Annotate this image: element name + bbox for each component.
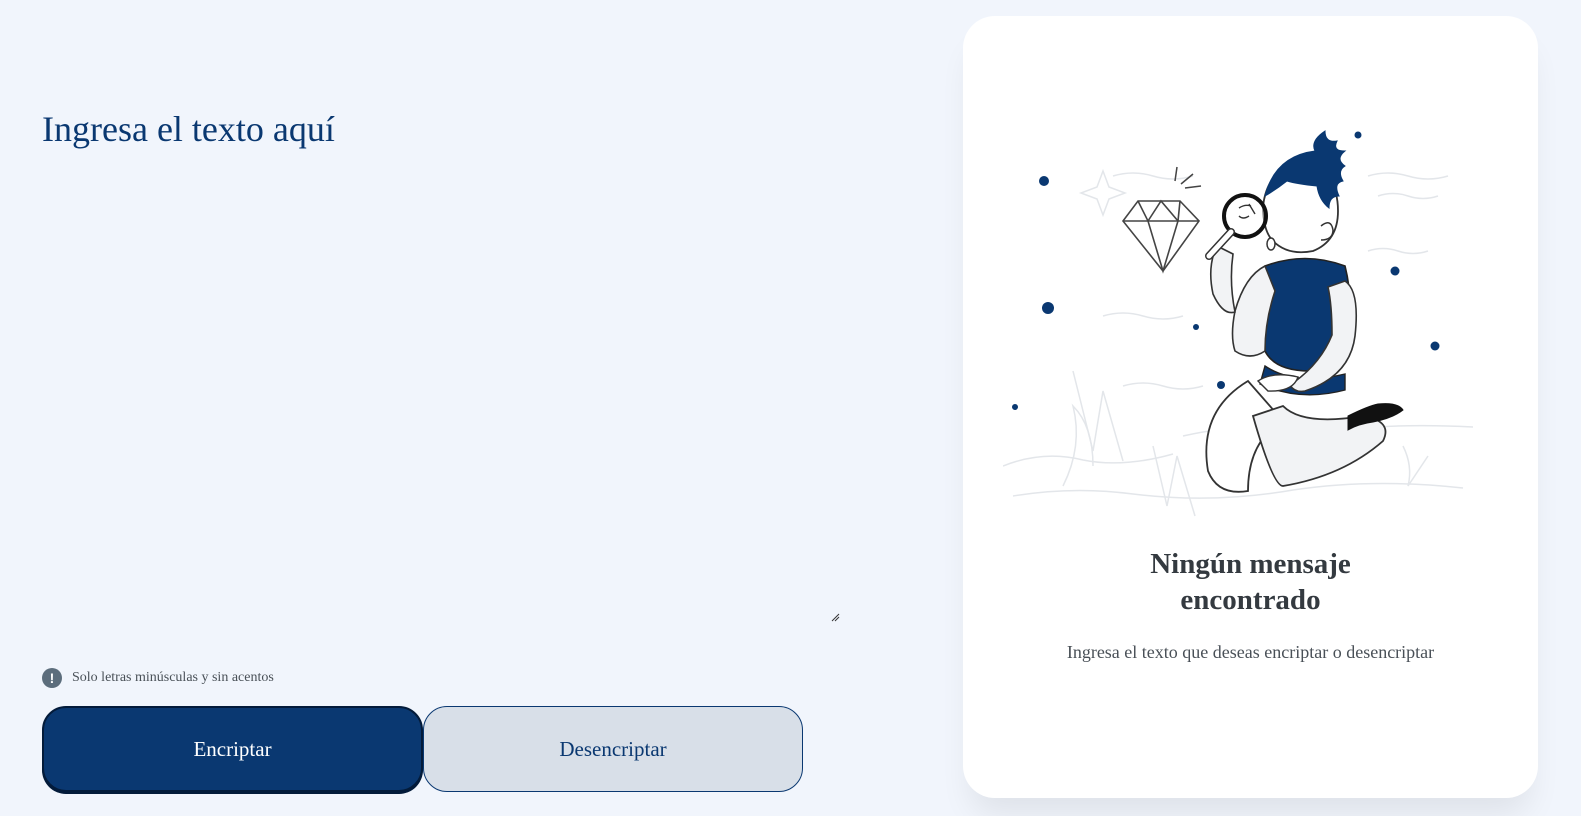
resize-grip-icon[interactable] <box>830 612 840 622</box>
text-input[interactable] <box>42 108 842 624</box>
no-message-subtitle: Ingresa el texto que deseas encriptar o … <box>1066 642 1435 662</box>
no-message-title: Ningún mensaje encontrado <box>963 546 1538 618</box>
output-card: Ningún mensaje encontrado Ingresa el tex… <box>963 16 1538 798</box>
no-message-title-line2: encontrado <box>1180 584 1321 616</box>
decrypt-button[interactable]: Desencriptar <box>423 706 803 792</box>
encrypt-button[interactable]: Encriptar <box>42 706 423 792</box>
no-message-title-line1: Ningún mensaje <box>1150 548 1351 580</box>
page: ! Solo letras minúsculas y sin acentos E… <box>0 0 1581 816</box>
input-section: ! Solo letras minúsculas y sin acentos E… <box>42 0 842 816</box>
exclamation-circle-icon: ! <box>42 668 62 688</box>
person-with-magnifier-illustration <box>1003 130 1474 517</box>
hint-text: Solo letras minúsculas y sin acentos <box>72 670 274 685</box>
input-hint: ! Solo letras minúsculas y sin acentos <box>42 668 274 688</box>
